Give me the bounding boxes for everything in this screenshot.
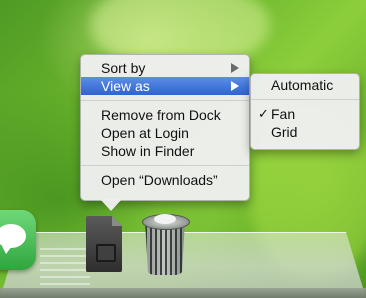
downloads-stack-icon[interactable] <box>82 212 128 282</box>
menu-item-label: View as <box>101 78 150 94</box>
menu-item-label: Open at Login <box>101 125 189 141</box>
menu-item-label: Fan <box>271 106 296 122</box>
menu-item-label: Sort by <box>101 60 146 76</box>
menu-item-open-at-login[interactable]: Open at Login <box>81 124 249 142</box>
menu-item-label: Remove from Dock <box>101 107 221 123</box>
submenu-item-fan[interactable]: ✓ Fan <box>251 105 359 123</box>
menu-item-label: Open “Downloads” <box>101 172 218 188</box>
dock-edge <box>0 288 366 298</box>
menu-item-label: Show in Finder <box>101 143 195 159</box>
view-as-submenu: Automatic ✓ Fan Grid <box>250 73 360 150</box>
trash-icon[interactable] <box>142 214 190 278</box>
menu-item-remove-from-dock[interactable]: Remove from Dock <box>81 106 249 124</box>
menu-separator <box>251 99 359 100</box>
menu-item-sort-by[interactable]: Sort by <box>81 59 249 77</box>
desktop: Sort by View as Remove from Dock Open at… <box>0 0 366 298</box>
document-fold <box>112 216 122 226</box>
menu-item-show-in-finder[interactable]: Show in Finder <box>81 142 249 160</box>
submenu-arrow-icon <box>231 63 239 73</box>
menu-separator <box>81 165 249 166</box>
speech-bubble-icon <box>0 224 26 254</box>
menu-item-view-as[interactable]: View as <box>81 77 249 95</box>
submenu-item-grid[interactable]: Grid <box>251 123 359 141</box>
dock-context-menu: Sort by View as Remove from Dock Open at… <box>80 54 250 201</box>
menu-item-label: Automatic <box>271 77 334 93</box>
checkmark-icon: ✓ <box>258 106 269 121</box>
menu-separator <box>81 100 249 101</box>
menu-item-label: Grid <box>271 124 298 140</box>
menu-pointer <box>100 199 122 211</box>
submenu-arrow-icon <box>231 81 239 91</box>
menu-item-open-downloads[interactable]: Open “Downloads” <box>81 171 249 189</box>
trash-paper <box>154 214 176 224</box>
submenu-item-automatic[interactable]: Automatic <box>251 76 359 94</box>
document-mark <box>96 244 116 262</box>
messages-icon[interactable] <box>0 210 36 270</box>
